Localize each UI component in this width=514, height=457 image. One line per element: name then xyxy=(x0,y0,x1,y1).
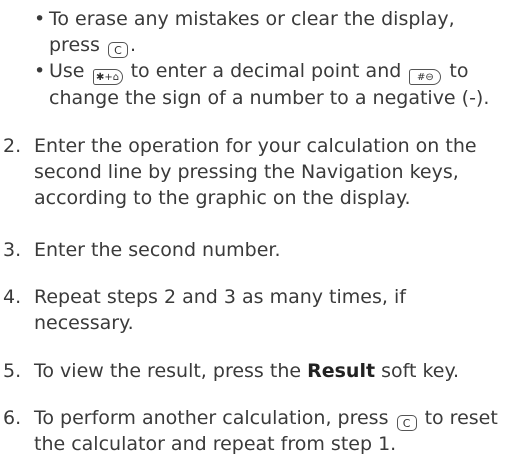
step-number: 4. xyxy=(3,286,22,308)
bullet-dot: • xyxy=(34,8,46,30)
step-text: Enter the second number. xyxy=(34,239,281,261)
step-number: 5. xyxy=(3,360,22,382)
step-text: To view the result, press the Result sof… xyxy=(34,358,510,384)
clear-key-icon: C xyxy=(107,42,128,58)
clear-key-icon: C xyxy=(396,415,417,431)
step-number: 3. xyxy=(3,239,22,261)
step-text: To perform another calculation, press C … xyxy=(34,405,510,457)
star-key-icon: ✱+⌂ xyxy=(92,69,123,85)
bullet-item-decimal-sign: • Use ✱+⌂ to enter a decimal point and #… xyxy=(34,58,504,111)
decimal-text: to enter a decimal point and xyxy=(124,60,408,82)
result-text-end: soft key. xyxy=(375,360,460,382)
step-text: Repeat steps 2 and 3 as many times, if n… xyxy=(34,286,406,334)
bullet-list: • To erase any mistakes or clear the dis… xyxy=(34,6,504,111)
hash-key-icon: #⊖ xyxy=(409,69,442,85)
step-text: Enter the operation for your calculation… xyxy=(34,135,477,209)
result-text: To view the result, press the xyxy=(34,360,308,382)
bullet-dot: • xyxy=(34,60,46,82)
bullet-item-erase: • To erase any mistakes or clear the dis… xyxy=(34,6,504,58)
use-text: Use xyxy=(49,60,91,82)
erase-text-end: . xyxy=(129,34,137,56)
step-number: 2. xyxy=(3,135,22,157)
manual-page: • To erase any mistakes or clear the dis… xyxy=(0,0,514,457)
step-number: 6. xyxy=(3,407,22,429)
perform-text: To perform another calculation, press xyxy=(34,407,395,429)
result-softkey-label: Result xyxy=(307,360,376,382)
